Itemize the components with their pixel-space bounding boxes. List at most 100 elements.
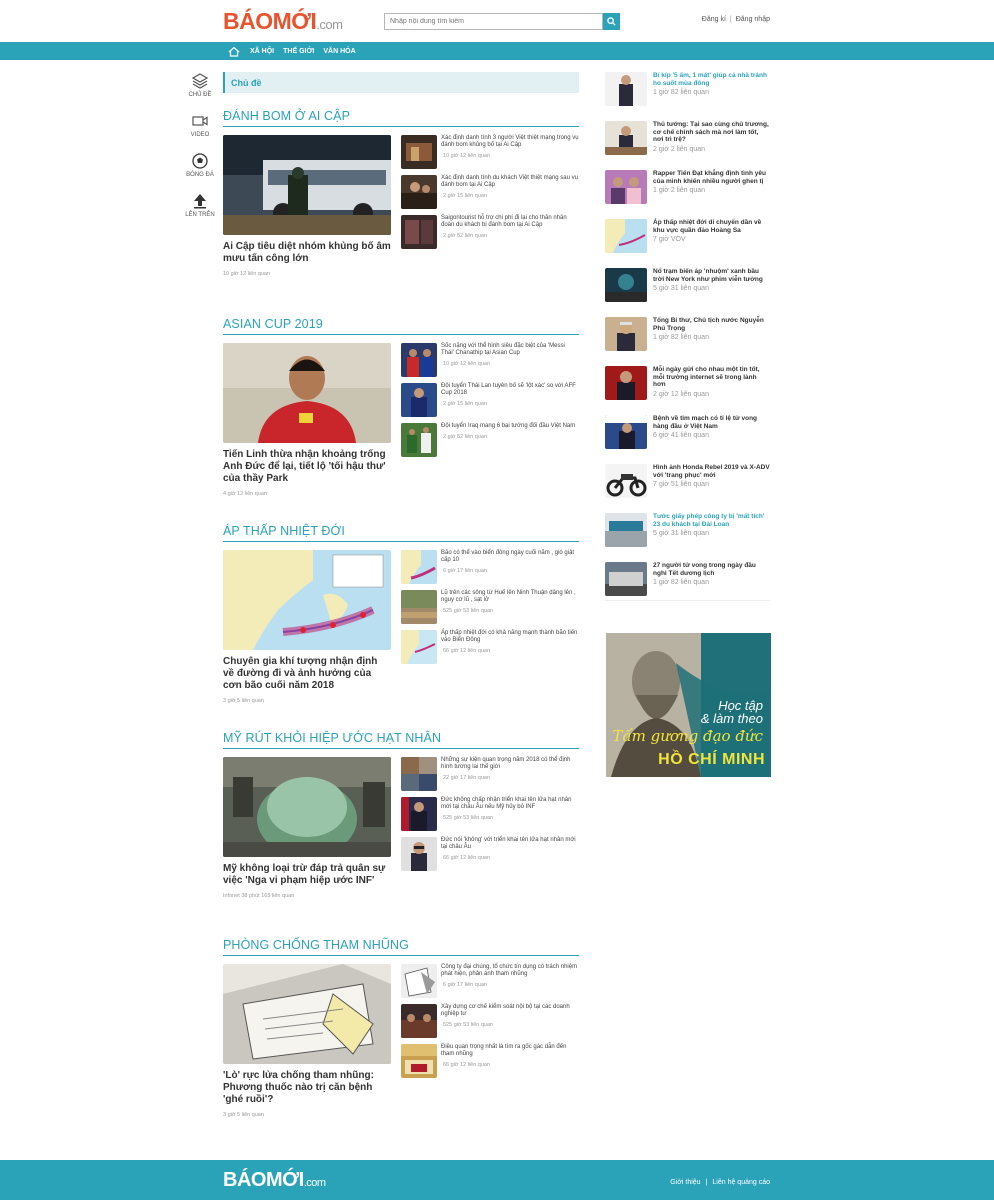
- list-item[interactable]: Sốc nặng với thể hình siêu đặc biệt của …: [401, 343, 579, 383]
- section-title[interactable]: ĐÁNH BOM Ở AI CẬP: [223, 109, 579, 127]
- article-title[interactable]: Nổ trạm biến áp 'nhuộm' xanh bầu trời Ne…: [653, 268, 770, 283]
- list-item[interactable]: Công ty đại chúng, tổ chức tín dụng có t…: [401, 964, 579, 1004]
- lead-image[interactable]: [223, 964, 391, 1064]
- list-item[interactable]: Mỗi ngày gửi cho nhau một tin tốt, mỗi t…: [605, 366, 770, 415]
- site-logo[interactable]: BÁOMỚI.com: [223, 8, 343, 35]
- article-title[interactable]: Rapper Tiến Đạt khẳng định tình yêu của …: [653, 170, 770, 185]
- lead-title[interactable]: Mỹ không loại trừ đáp trả quân sự việc '…: [223, 863, 391, 887]
- article-title[interactable]: Tổng Bí thư, Chủ tịch nước Nguyễn Phú Tr…: [653, 317, 770, 332]
- list-item-text[interactable]: Đội tuyển Iraq mang 6 bại tướng đối đầu …: [441, 423, 575, 430]
- thumbnail: [605, 219, 647, 253]
- list-item[interactable]: Thủ tướng: Tại sao cùng chủ trương, cơ c…: [605, 121, 770, 170]
- list-item-text[interactable]: Đức nói 'không' với triển khai tên lửa h…: [441, 837, 579, 851]
- list-item-text[interactable]: Xây dựng cơ chế kiểm soát nội bộ tại các…: [441, 1004, 579, 1018]
- lead-title[interactable]: Ai Cập tiêu diệt nhóm khủng bố âm mưu tấ…: [223, 241, 391, 265]
- lead-image[interactable]: [223, 135, 391, 235]
- lead-image[interactable]: [223, 343, 391, 443]
- list-item[interactable]: Xác định danh tính du khách Việt thiệt m…: [401, 175, 579, 215]
- footer-logo[interactable]: BÁOMỚI.com: [223, 1169, 326, 1192]
- footer: BÁOMỚI.com Giới thiệu | Liên hệ quảng cáo: [0, 1160, 994, 1200]
- thumbnail: [401, 550, 437, 584]
- nav-item-van-hoa[interactable]: VĂN HÓA: [323, 48, 355, 55]
- article-title[interactable]: Bệnh về tim mạch có tỉ lệ tử vong hàng đ…: [653, 415, 770, 430]
- lead-article[interactable]: Chuyên gia khí tượng nhận định về đường …: [223, 550, 391, 704]
- rail-item-len-tren[interactable]: LÊN TRÊN: [183, 192, 217, 232]
- lead-article[interactable]: Ai Cập tiêu diệt nhóm khủng bố âm mưu tấ…: [223, 135, 391, 277]
- list-item-text[interactable]: Những sự kiện quan trọng năm 2018 có thể…: [441, 757, 579, 771]
- list-item[interactable]: Áp thấp nhiệt đới có khả năng mạnh thành…: [401, 630, 579, 670]
- list-item-text[interactable]: Sốc nặng với thể hình siêu đặc biệt của …: [441, 343, 579, 357]
- list-item[interactable]: Bão có thể vào biển đông ngày cuối năm ,…: [401, 550, 579, 590]
- list-item[interactable]: 27 người tử vong trong ngày đầu nghỉ Tết…: [605, 562, 770, 611]
- lead-title[interactable]: Tiến Linh thừa nhận khoảng trống Anh Đức…: [223, 449, 391, 485]
- lead-article[interactable]: Tiến Linh thừa nhận khoảng trống Anh Đức…: [223, 343, 391, 497]
- contact-ads-link[interactable]: Liên hệ quảng cáo: [712, 1179, 770, 1186]
- list-item-text[interactable]: Áp thấp nhiệt đới có khả năng mạnh thành…: [441, 630, 579, 644]
- list-item[interactable]: Tổng Bí thư, Chủ tịch nước Nguyễn Phú Tr…: [605, 317, 770, 366]
- ad-banner[interactable]: Học tập & làm theo Tấm gương đạo đức HỒ C…: [606, 633, 771, 777]
- list-item[interactable]: Đức không chấp nhận triển khai tên lửa h…: [401, 797, 579, 837]
- section-title[interactable]: PHÒNG CHỐNG THAM NHŨNG: [223, 938, 579, 956]
- lead-article[interactable]: 'Lò' rực lửa chống tham nhũng: Phương th…: [223, 964, 391, 1118]
- article-title[interactable]: Bí kíp '5 ấm, 1 mát' giúp cả nhà tránh h…: [653, 72, 770, 87]
- list-item[interactable]: Nổ trạm biến áp 'nhuộm' xanh bầu trời Ne…: [605, 268, 770, 317]
- list-item-text[interactable]: Lũ trên các sông từ Huế lên Ninh Thuận d…: [441, 590, 579, 604]
- list-item[interactable]: Saigontourist hỗ trợ chi phí đi lại cho …: [401, 215, 579, 255]
- list-item[interactable]: Áp thấp nhiệt đới di chuyển dần về khu v…: [605, 219, 770, 268]
- list-item[interactable]: Tước giấy phép công ty bị 'mất tích' 23 …: [605, 513, 770, 562]
- list-item-text[interactable]: Xác định danh tính du khách Việt thiệt m…: [441, 175, 579, 189]
- register-link[interactable]: Đăng kí: [702, 16, 726, 23]
- list-item-text[interactable]: Đức không chấp nhận triển khai tên lửa h…: [441, 797, 579, 811]
- login-link[interactable]: Đăng nhập: [736, 16, 770, 23]
- list-item[interactable]: Hình ảnh Honda Rebel 2019 và X-ADV với '…: [605, 464, 770, 513]
- lead-image[interactable]: [223, 550, 391, 650]
- rail-item-bong-da[interactable]: BÓNG ĐÁ: [183, 152, 217, 192]
- nav-item-xa-hoi[interactable]: XÃ HỘI: [250, 48, 274, 55]
- search-button[interactable]: [603, 13, 620, 30]
- article-title[interactable]: Tước giấy phép công ty bị 'mất tích' 23 …: [653, 513, 770, 528]
- article-meta: 1 giờ 82 liên quan: [653, 579, 709, 586]
- article-meta: 7 giờ 51 liên quan: [653, 481, 709, 488]
- list-item-text[interactable]: Bão có thể vào biển đông ngày cuối năm ,…: [441, 550, 579, 564]
- thumbnail: [401, 964, 437, 998]
- rail-item-chu-de[interactable]: CHỦ ĐỀ: [183, 72, 217, 112]
- list-item[interactable]: Đội tuyển Thái Lan tuyên bố sẽ 'lột xác'…: [401, 383, 579, 423]
- thumbnail: [605, 513, 647, 547]
- home-icon[interactable]: [228, 45, 240, 57]
- section-title[interactable]: ASIAN CUP 2019: [223, 317, 579, 335]
- list-item-text[interactable]: Đội tuyển Thái Lan tuyên bố sẽ 'lột xác'…: [441, 383, 579, 397]
- article-title[interactable]: Mỗi ngày gửi cho nhau một tin tốt, mỗi t…: [653, 366, 770, 389]
- list-item[interactable]: Xây dựng cơ chế kiểm soát nội bộ tại các…: [401, 1004, 579, 1044]
- lead-title[interactable]: 'Lò' rực lửa chống tham nhũng: Phương th…: [223, 1070, 391, 1106]
- article-title[interactable]: Hình ảnh Honda Rebel 2019 và X-ADV với '…: [653, 464, 770, 479]
- section-title[interactable]: ÁP THẤP NHIỆT ĐỚI: [223, 524, 579, 542]
- article-title[interactable]: Áp thấp nhiệt đới di chuyển dần về khu v…: [653, 219, 770, 234]
- list-item[interactable]: Lũ trên các sông từ Huế lên Ninh Thuận d…: [401, 590, 579, 630]
- list-item-meta: 66 giờ 12 liên quan: [443, 855, 491, 861]
- article-title[interactable]: Thủ tướng: Tại sao cùng chủ trương, cơ c…: [653, 121, 770, 144]
- list-item-meta: 22 giờ 17 liên quan: [443, 775, 491, 781]
- list-item-text[interactable]: Xác định danh tính 3 người Việt thiệt mạ…: [441, 135, 579, 149]
- section-title[interactable]: MỸ RÚT KHỎI HIỆP ƯỚC HẠT NHÂN: [223, 731, 579, 749]
- list-item[interactable]: Điều quan trọng nhất là tìm ra gốc gác d…: [401, 1044, 579, 1084]
- list-item-text[interactable]: Công ty đại chúng, tổ chức tín dụng có t…: [441, 964, 579, 978]
- list-item-text[interactable]: Điều quan trọng nhất là tìm ra gốc gác d…: [441, 1044, 579, 1058]
- nav-item-the-gioi[interactable]: THẾ GIỚI: [283, 48, 314, 55]
- main-nav: XÃ HỘI THẾ GIỚI VĂN HÓA: [0, 42, 994, 60]
- list-item-text[interactable]: Saigontourist hỗ trợ chi phí đi lại cho …: [441, 215, 579, 229]
- list-item[interactable]: Bệnh về tim mạch có tỉ lệ tử vong hàng đ…: [605, 415, 770, 464]
- about-link[interactable]: Giới thiệu: [670, 1179, 700, 1186]
- list-item[interactable]: Đức nói 'không' với triển khai tên lửa h…: [401, 837, 579, 877]
- list-item[interactable]: Bí kíp '5 ấm, 1 mát' giúp cả nhà tránh h…: [605, 72, 770, 121]
- lead-article[interactable]: Mỹ không loại trừ đáp trả quân sự việc '…: [223, 757, 391, 899]
- list-item[interactable]: Những sự kiện quan trọng năm 2018 có thể…: [401, 757, 579, 797]
- lead-title[interactable]: Chuyên gia khí tượng nhận định về đường …: [223, 656, 391, 692]
- article-title[interactable]: 27 người tử vong trong ngày đầu nghỉ Tết…: [653, 562, 770, 577]
- sub-list: Xác định danh tính 3 người Việt thiệt mạ…: [401, 135, 579, 277]
- list-item[interactable]: Xác định danh tính 3 người Việt thiệt mạ…: [401, 135, 579, 175]
- rail-item-video[interactable]: VIDEO: [183, 112, 217, 152]
- list-item[interactable]: Đội tuyển Iraq mang 6 bại tướng đối đầu …: [401, 423, 579, 463]
- list-item[interactable]: Rapper Tiến Đạt khẳng định tình yêu của …: [605, 170, 770, 219]
- search-input[interactable]: [384, 13, 603, 30]
- lead-image[interactable]: [223, 757, 391, 857]
